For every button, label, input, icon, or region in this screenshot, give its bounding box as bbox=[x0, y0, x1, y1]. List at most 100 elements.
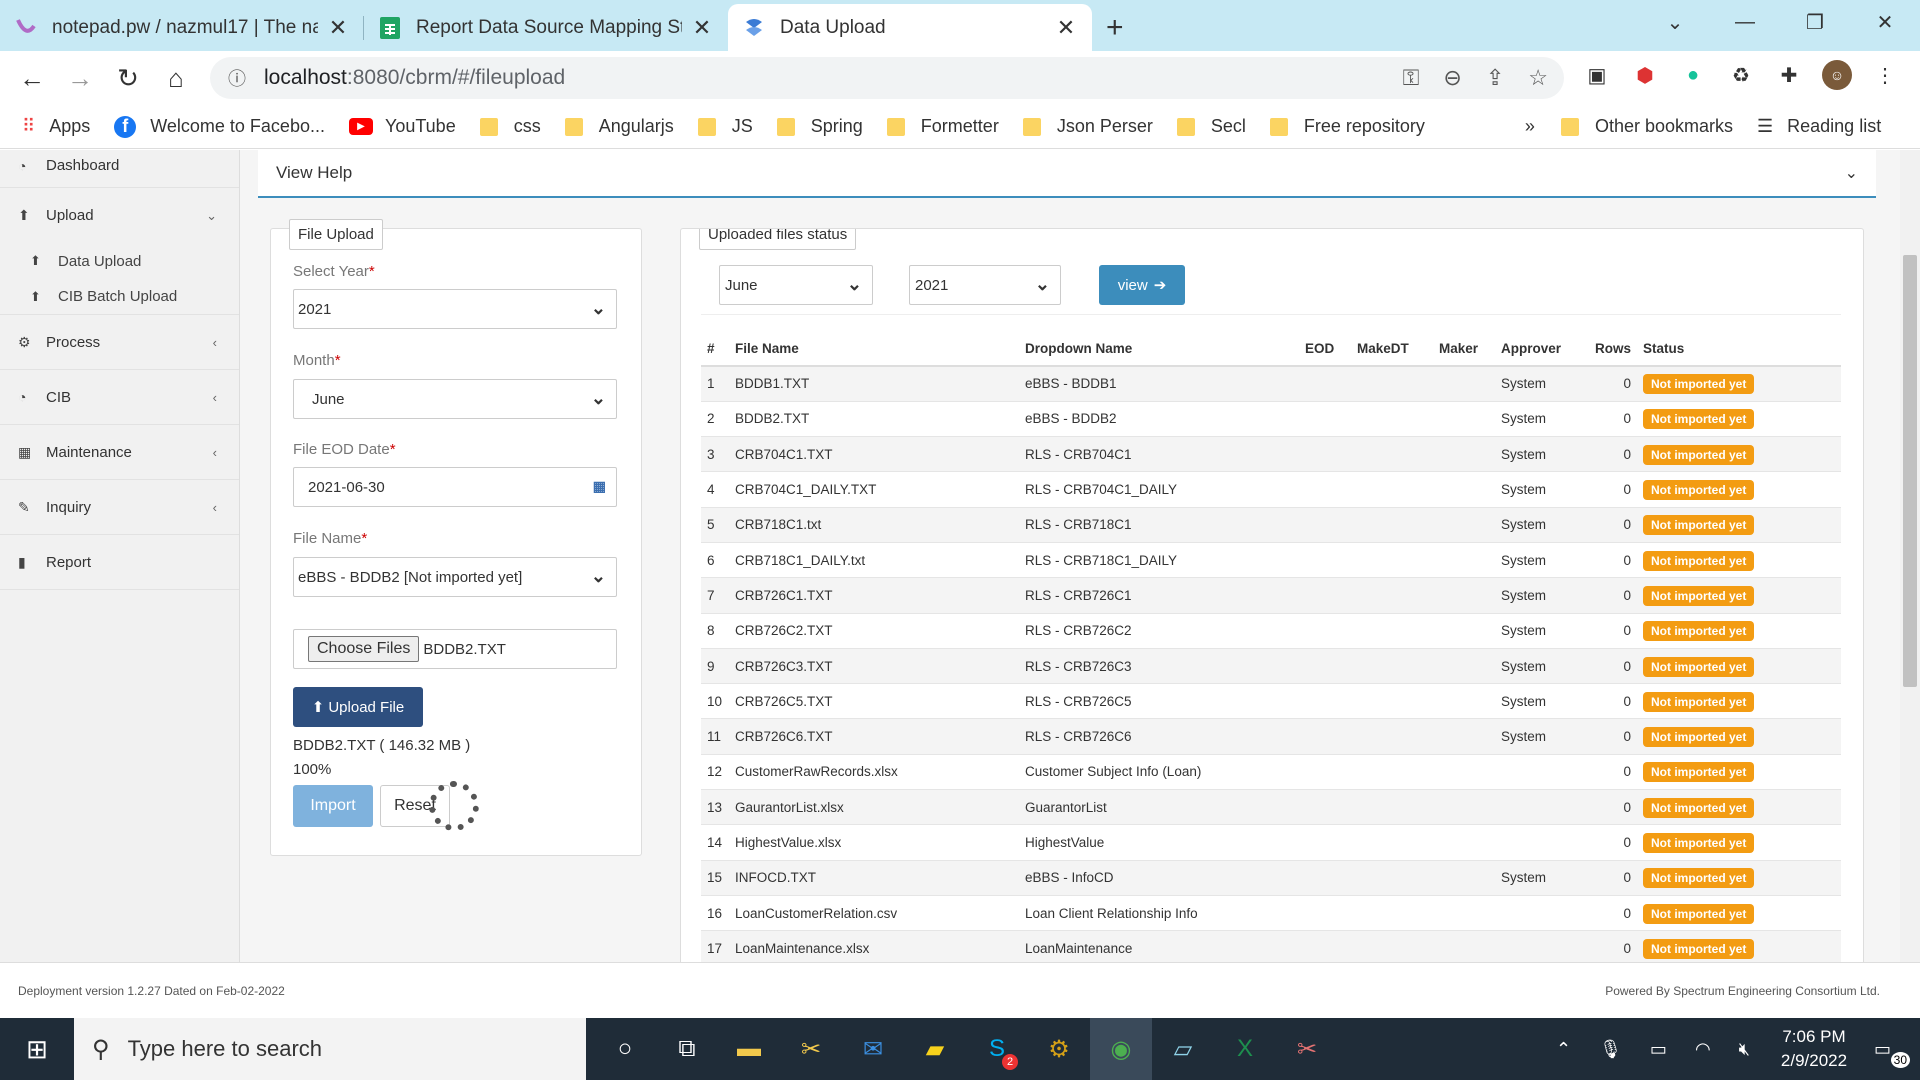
bookmark-apps[interactable]: ⠿ Apps bbox=[22, 116, 90, 137]
cortana-icon[interactable]: ○ bbox=[594, 1018, 656, 1080]
upload-file-button[interactable]: ⬆ Upload File bbox=[293, 687, 423, 727]
view-button[interactable]: view ➔ bbox=[1099, 265, 1185, 305]
bookmark-folder[interactable]: Free repository bbox=[1269, 116, 1425, 137]
tab-notepad[interactable]: notepad.pw / nazmul17 | The nap ✕ bbox=[0, 4, 364, 51]
home-icon[interactable]: ⌂ bbox=[152, 63, 200, 94]
choose-files-button[interactable]: Choose Files bbox=[308, 636, 420, 662]
reload-icon[interactable]: ↻ bbox=[104, 63, 152, 94]
share-icon[interactable]: ⇪ bbox=[1486, 65, 1504, 91]
chrome-icon[interactable]: ◉ bbox=[1090, 1018, 1152, 1080]
view-help-toggle[interactable]: View Help ⌄ bbox=[258, 150, 1876, 198]
table-row[interactable]: 16 LoanCustomerRelation.csv Loan Client Re… bbox=[701, 894, 1841, 931]
table-row[interactable]: 9 CRB726C3.TXT RLS - CRB726C3 System 0 Not im… bbox=[701, 647, 1841, 684]
zoom-icon[interactable]: ⊖ bbox=[1443, 65, 1461, 91]
new-tab-icon[interactable]: + bbox=[1106, 11, 1124, 45]
notepad-icon[interactable]: ▱ bbox=[1152, 1018, 1214, 1080]
bookmark-folder[interactable]: Json Perser bbox=[1022, 116, 1153, 137]
table-row[interactable]: 13 GaurantorList.xlsx GuarantorList 0 Not im… bbox=[701, 789, 1841, 825]
bookmark-folder[interactable]: Spring bbox=[776, 116, 863, 137]
bookmark-folder[interactable]: css bbox=[479, 116, 541, 137]
back-icon[interactable]: ← bbox=[8, 63, 56, 94]
info-icon[interactable]: ⓘ bbox=[228, 65, 246, 91]
status-year-dropdown[interactable]: 2021 ⌄ bbox=[909, 265, 1061, 305]
bookmark-other[interactable]: Other bookmarks bbox=[1560, 116, 1733, 137]
task-view-icon[interactable]: ⧉ bbox=[656, 1018, 718, 1080]
table-row[interactable]: 2 BDDB2.TXT eBBS - BDDB2 System 0 Not importe… bbox=[701, 400, 1841, 437]
menu-kebab-icon[interactable]: ⋮ bbox=[1870, 60, 1900, 90]
sidebar-item-upload[interactable]: ⬆ Upload ⌄ bbox=[0, 188, 239, 243]
adblock-icon[interactable]: ⬢ bbox=[1630, 60, 1660, 90]
windows-start-icon[interactable]: ⊞ bbox=[0, 1018, 74, 1080]
table-row[interactable]: 6 CRB718C1_DAILY.txt RLS - CRB718C1_DAILY S… bbox=[701, 541, 1841, 578]
sidebar-item-cib-batch-upload[interactable]: ⬆ CIB Batch Upload bbox=[0, 279, 239, 315]
minimize-icon[interactable]: — bbox=[1710, 0, 1780, 44]
sidebar-item-maintenance[interactable]: ▦ Maintenance ‹ bbox=[0, 425, 239, 480]
url-input[interactable]: ⓘ localhost:8080/cbrm/#/fileupload ⚿ ⊖ ⇪… bbox=[210, 57, 1564, 99]
bookmark-star-icon[interactable]: ☆ bbox=[1528, 65, 1548, 91]
bookmark-folder[interactable]: Secl bbox=[1176, 116, 1246, 137]
skype-icon[interactable]: S2 bbox=[966, 1018, 1028, 1080]
scrollbar-thumb[interactable] bbox=[1903, 255, 1917, 687]
month-dropdown[interactable]: June ⌄ bbox=[293, 379, 617, 419]
table-row[interactable]: 8 CRB726C2.TXT RLS - CRB726C2 System 0 Not im… bbox=[701, 612, 1841, 649]
page-scrollbar[interactable] bbox=[1900, 150, 1920, 1018]
sidebar-item-report[interactable]: ▮ Report bbox=[0, 535, 239, 590]
reading-list[interactable]: ☰ Reading list bbox=[1757, 116, 1881, 137]
tools-icon[interactable]: ✂ bbox=[780, 1018, 842, 1080]
close-tab-icon[interactable]: ✕ bbox=[1054, 15, 1078, 41]
table-row[interactable]: 4 CRB704C1_DAILY.TXT RLS - CRB704C1_DAILY S… bbox=[701, 471, 1841, 508]
bookmarks-overflow[interactable]: » bbox=[1525, 116, 1535, 137]
avatar[interactable]: ☺ bbox=[1822, 60, 1852, 90]
file-name-dropdown[interactable]: eBBS - BDDB2 [Not imported yet] ⌄ bbox=[293, 557, 617, 597]
chevron-up-icon[interactable]: ⌃ bbox=[1556, 1039, 1571, 1060]
sidebar-item-cib[interactable]: ◔ CIB ‹ bbox=[0, 370, 239, 425]
file-eod-date-input[interactable]: 2021-06-30 ▦ bbox=[293, 467, 617, 507]
table-row[interactable]: 11 CRB726C6.TXT RLS - CRB726C6 System 0 Not i… bbox=[701, 718, 1841, 755]
status-month-dropdown[interactable]: June ⌄ bbox=[719, 265, 873, 305]
settings-gear-icon[interactable]: ⚙ bbox=[1028, 1018, 1090, 1080]
sidebar-item-process[interactable]: ⚙ Process ‹ bbox=[0, 315, 239, 370]
calendar-icon[interactable]: ▦ bbox=[593, 478, 606, 495]
table-row[interactable]: 3 CRB704C1.TXT RLS - CRB704C1 System 0 Not im… bbox=[701, 436, 1841, 472]
tab-report-mapping[interactable]: Report Data Source Mapping Sta ✕ bbox=[364, 4, 728, 51]
bookmark-youtube[interactable]: ▶ YouTube bbox=[348, 116, 456, 137]
notification-icon[interactable]: ▭ 30 bbox=[1874, 1039, 1910, 1068]
excel-icon[interactable]: X bbox=[1214, 1018, 1276, 1080]
import-button[interactable]: Import bbox=[293, 785, 373, 827]
sidebar-item-inquiry[interactable]: ✎ Inquiry ‹ bbox=[0, 480, 239, 535]
close-window-icon[interactable]: ✕ bbox=[1850, 0, 1920, 44]
outlook-icon[interactable]: ✉ bbox=[842, 1018, 904, 1080]
table-row[interactable]: 15 INFOCD.TXT eBBS - InfoCD System 0 Not impo… bbox=[701, 859, 1841, 896]
bookmark-facebook[interactable]: f Welcome to Facebo... bbox=[114, 115, 325, 138]
table-row[interactable]: 1 BDDB1.TXT eBBS - BDDB1 System 0 Not importe… bbox=[701, 365, 1841, 402]
table-row[interactable]: 10 CRB726C5.TXT RLS - CRB726C5 System 0 Not i… bbox=[701, 683, 1841, 719]
chevron-down-icon[interactable]: ⌄ bbox=[1845, 163, 1858, 183]
close-tab-icon[interactable]: ✕ bbox=[690, 15, 714, 41]
battery-icon[interactable]: ▭ bbox=[1650, 1039, 1667, 1060]
snipping-tool-icon[interactable]: ✂ bbox=[1276, 1018, 1338, 1080]
taskbar-search-input[interactable]: ⚲ Type here to search bbox=[74, 1018, 586, 1080]
clock[interactable]: 7:06 PM 2/9/2022 bbox=[1764, 1025, 1864, 1073]
forward-icon[interactable]: → bbox=[56, 63, 104, 94]
file-explorer-icon[interactable]: ▬ bbox=[718, 1018, 780, 1080]
table-row[interactable]: 7 CRB726C1.TXT RLS - CRB726C1 System 0 Not im… bbox=[701, 577, 1841, 614]
close-tab-icon[interactable]: ✕ bbox=[326, 15, 350, 41]
key-icon[interactable]: ⚿ bbox=[1403, 65, 1420, 91]
puzzle-icon[interactable]: ✚ bbox=[1774, 60, 1804, 90]
wifi-icon[interactable]: ◠ bbox=[1695, 1039, 1711, 1060]
bookmark-folder[interactable]: JS bbox=[697, 116, 753, 137]
table-row[interactable]: 17 LoanMaintenance.xlsx LoanMaintenance 0 No… bbox=[701, 930, 1841, 967]
bookmark-folder[interactable]: Angularjs bbox=[564, 116, 674, 137]
sticky-notes-icon[interactable]: ▰ bbox=[904, 1018, 966, 1080]
restore-icon[interactable]: ❐ bbox=[1780, 0, 1850, 44]
volume-muted-icon[interactable]: 🔇︎ bbox=[1739, 1039, 1750, 1060]
grammarly-icon[interactable]: ● bbox=[1678, 60, 1708, 90]
recycle-icon[interactable]: ♻ bbox=[1726, 60, 1756, 90]
table-row[interactable]: 12 CustomerRawRecords.xlsx Customer Subjec… bbox=[701, 753, 1841, 790]
sidebar-item-dashboard[interactable]: ◔ Dashboard bbox=[0, 144, 239, 188]
tab-data-upload[interactable]: Data Upload ✕ bbox=[728, 4, 1092, 51]
sidebar-item-data-upload[interactable]: ⬆ Data Upload bbox=[0, 243, 239, 279]
bookmark-folder[interactable]: Formetter bbox=[886, 116, 999, 137]
extension-icon[interactable]: ▣ bbox=[1582, 60, 1612, 90]
microphone-icon[interactable]: 🎙︎ bbox=[1599, 1039, 1622, 1060]
